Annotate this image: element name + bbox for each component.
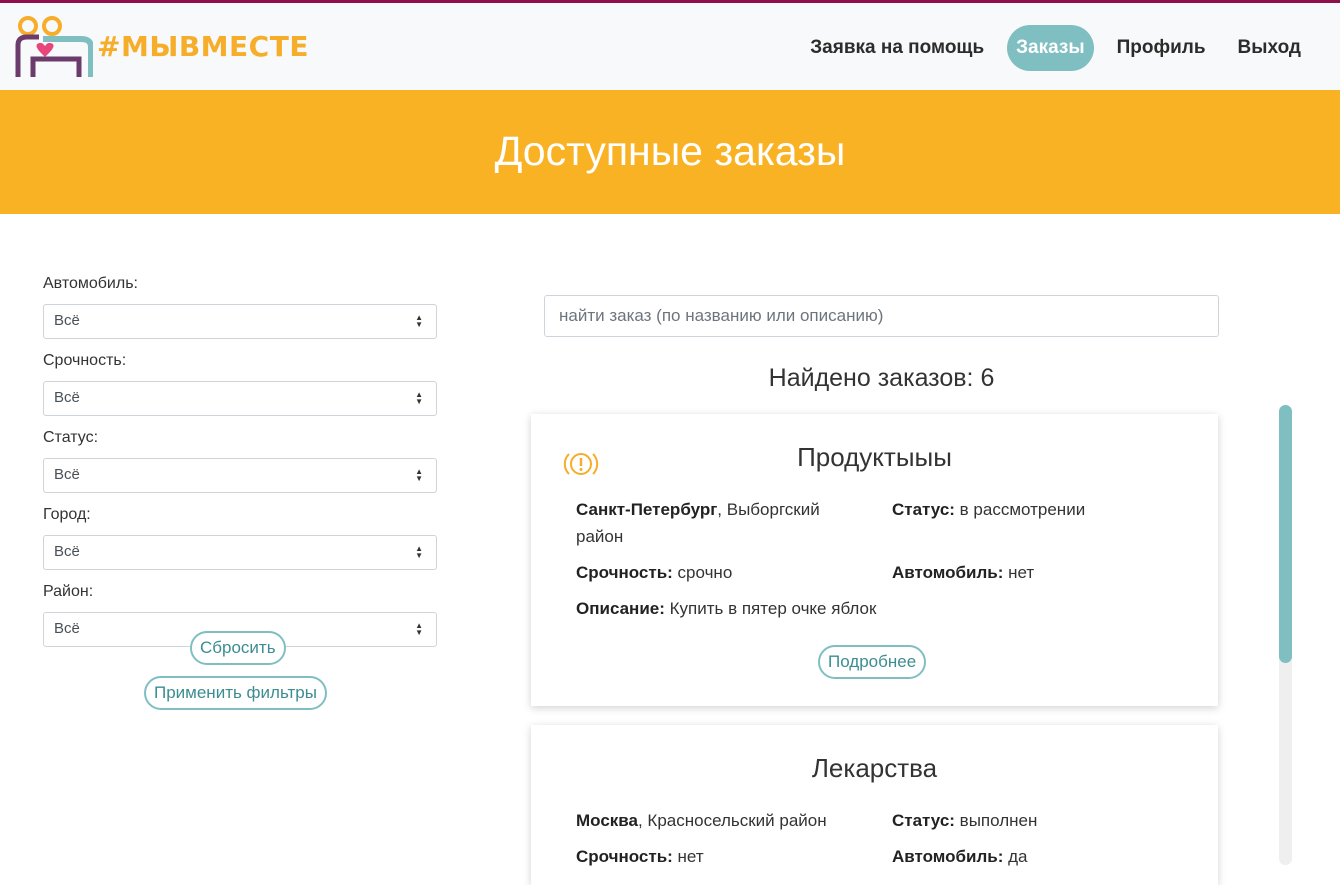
order-desc-value: Купить в пятер очке яблок (664, 599, 877, 618)
sort-arrows-icon: ▲ ▼ (415, 467, 423, 483)
order-status-value: выполнен (954, 811, 1038, 830)
sort-arrows-icon: ▲ ▼ (415, 390, 423, 406)
order-urgency: Срочность: нет (576, 843, 704, 870)
brand-logo[interactable]: #МЫВМЕСТЕ (13, 15, 309, 77)
nav-orders[interactable]: Заказы (1007, 25, 1094, 71)
order-urgency-value: нет (672, 847, 704, 866)
order-description: Описание: Купить в пятер очке яблок (576, 595, 876, 622)
filter-car-value: Всё (54, 312, 80, 329)
filters-panel: Автомобиль: Всё ▲ ▼ Срочность: Всё ▲ ▼ Ста… (43, 275, 437, 660)
reset-button[interactable]: Сбросить (190, 631, 286, 665)
order-car: Автомобиль: да (892, 843, 1027, 870)
order-title: Продуктыыы (797, 442, 952, 472)
order-status-value: в рассмотрении (954, 500, 1086, 519)
page-title: Доступные заказы (494, 127, 846, 174)
details-button[interactable]: Подробнее (818, 645, 927, 679)
sort-arrows-icon: ▲ ▼ (415, 544, 423, 560)
order-city: Санкт-Петербург (576, 500, 718, 519)
filter-status-label: Статус: (43, 429, 99, 446)
people-heart-icon (15, 16, 93, 77)
order-desc-label: Описание: (576, 599, 665, 618)
filter-district-value: Всё (54, 620, 80, 637)
filter-car-label: Автомобиль: (43, 275, 138, 292)
sort-arrows-icon: ▲ ▼ (415, 313, 423, 329)
order-card: Лекарства Москва, Красносельский район С… (531, 725, 1218, 885)
order-urgency: Срочность: срочно (576, 559, 732, 586)
order-car: Автомобиль: нет (892, 559, 1034, 586)
order-car-value: да (1003, 847, 1028, 866)
order-status-label: Статус: (892, 500, 955, 519)
order-car-value: нет (1003, 563, 1035, 582)
search-input[interactable]: найти заказ (по названию или описанию) (544, 295, 1219, 337)
main-menu: Заявка на помощь Заказы Профиль Выход (787, 25, 1310, 71)
nav-logout[interactable]: Выход (1229, 25, 1310, 71)
filter-status-select[interactable]: Всё ▲ ▼ (43, 458, 437, 493)
order-location: Москва, Красносельский район (576, 807, 827, 834)
filter-city-value: Всё (54, 543, 80, 560)
order-status: Статус: выполнен (892, 807, 1037, 834)
order-card: Продуктыыы Санкт-Петербург, Выборгский р… (531, 414, 1218, 706)
order-urgency-label: Срочность: (576, 563, 673, 582)
hero-banner: Доступные заказы (0, 90, 1340, 214)
apply-filters-button[interactable]: Применить фильтры (144, 676, 327, 710)
filter-district-label: Район: (43, 583, 94, 600)
order-urgency-label: Срочность: (576, 847, 673, 866)
filter-city-select[interactable]: Всё ▲ ▼ (43, 535, 437, 570)
order-status-label: Статус: (892, 811, 955, 830)
scrollbar-thumb[interactable] (1279, 405, 1292, 663)
order-car-label: Автомобиль: (892, 847, 1004, 866)
filter-city-label: Город: (43, 506, 91, 523)
sort-arrows-icon: ▲ ▼ (415, 621, 423, 637)
results-count: Найдено заказов: 6 (768, 364, 995, 392)
filter-status-value: Всё (54, 466, 80, 483)
nav-profile[interactable]: Профиль (1108, 25, 1215, 71)
nav-help-request[interactable]: Заявка на помощь (801, 25, 993, 71)
order-city: Москва (576, 811, 638, 830)
filter-urgency-value: Всё (54, 389, 80, 406)
brand-name: #МЫВМЕСТЕ (97, 29, 309, 63)
navbar: #МЫВМЕСТЕ Заявка на помощь Заказы Профил… (0, 3, 1340, 90)
order-location: Санкт-Петербург, Выборгский район (576, 496, 866, 550)
order-status: Статус: в рассмотрении (892, 496, 1085, 523)
order-urgency-value: срочно (672, 563, 733, 582)
filter-car-select[interactable]: Всё ▲ ▼ (43, 304, 437, 339)
order-car-label: Автомобиль: (892, 563, 1004, 582)
filter-urgency-select[interactable]: Всё ▲ ▼ (43, 381, 437, 416)
order-title: Лекарства (811, 753, 938, 783)
order-district: , Красносельский район (637, 811, 827, 830)
filter-urgency-label: Срочность: (43, 352, 127, 369)
